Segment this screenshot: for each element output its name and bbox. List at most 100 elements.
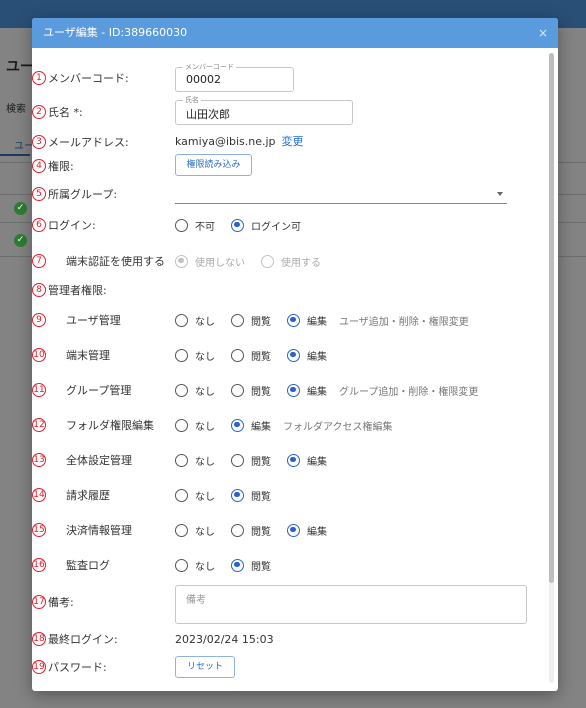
payment-option-view[interactable]: 閲覧	[231, 523, 271, 538]
device-auth-option-off[interactable]: 使用しない	[175, 254, 245, 269]
radio-circle	[231, 383, 244, 397]
name-legend: 氏名	[183, 95, 201, 105]
billing-row: 14 請求履歴	[32, 485, 110, 505]
payment-option-edit[interactable]: 編集	[287, 523, 327, 538]
audit-log-option-none[interactable]: なし	[175, 558, 215, 573]
password-reset-button[interactable]: リセット	[175, 656, 235, 678]
payment-radio-group: なし 閲覧 編集	[175, 520, 343, 540]
chevron-down-icon[interactable]	[497, 192, 503, 196]
member-code-row: 1 メンバーコード:	[32, 68, 129, 88]
group-mgmt-option-none[interactable]: なし	[175, 383, 215, 398]
radio-circle-selected	[175, 254, 188, 268]
radio-circle	[175, 523, 188, 537]
user-mgmt-note: ユーザ追加・削除・権限変更	[339, 316, 469, 328]
folder-perm-note: フォルダアクセス権編集	[283, 421, 393, 433]
radio-circle	[175, 418, 188, 432]
marker-10: 10	[32, 348, 46, 362]
remarks-textarea[interactable]: 備考	[175, 585, 527, 624]
audit-log-label: 監査ログ	[66, 559, 110, 572]
member-code-legend: メンバーコード	[183, 62, 236, 72]
radio-circle-selected	[287, 383, 300, 397]
admin-label: 管理者権限:	[48, 284, 107, 297]
email-value: kamiya@ibis.ne.jp	[175, 134, 276, 148]
radio-circle	[175, 488, 188, 502]
global-settings-label: 全体設定管理	[66, 454, 132, 467]
global-settings-option-edit[interactable]: 編集	[287, 453, 327, 468]
remarks-row: 17 備考:	[32, 592, 74, 612]
payment-label: 決済情報管理	[66, 524, 132, 537]
radio-circle-selected	[287, 453, 300, 467]
radio-circle-selected	[231, 558, 244, 572]
folder-perm-option-none[interactable]: なし	[175, 418, 215, 433]
group-mgmt-option-edit[interactable]: 編集	[287, 383, 327, 398]
device-auth-option-on[interactable]: 使用する	[261, 254, 321, 269]
member-code-field[interactable]: メンバーコード 00002	[175, 62, 294, 92]
radio-circle-selected	[231, 218, 244, 232]
global-settings-row: 13 全体設定管理	[32, 450, 132, 470]
name-field[interactable]: 氏名 山田次郎	[175, 95, 353, 125]
radio-circle	[175, 558, 188, 572]
marker-19: 19	[32, 660, 46, 674]
marker-18: 18	[32, 632, 46, 646]
marker-9: 9	[32, 313, 46, 327]
dialog-header: ユーザ編集 - ID:389660030 ×	[32, 18, 558, 48]
background-tab-indicator	[0, 154, 30, 156]
user-mgmt-option-none[interactable]: なし	[175, 313, 215, 328]
name-value: 山田次郎	[186, 108, 230, 121]
audit-log-option-view[interactable]: 閲覧	[231, 558, 271, 573]
login-option-enabled[interactable]: ログイン可	[231, 218, 301, 233]
user-mgmt-radio-group: なし 閲覧 編集 ユーザ追加・削除・権限変更	[175, 310, 469, 330]
user-mgmt-label: ユーザ管理	[66, 314, 121, 327]
global-settings-option-view[interactable]: 閲覧	[231, 453, 271, 468]
global-settings-option-none[interactable]: なし	[175, 453, 215, 468]
radio-circle	[231, 453, 244, 467]
device-auth-row: 7 端末認証を使用する	[32, 251, 165, 271]
group-row: 5 所属グループ:	[32, 184, 117, 204]
user-mgmt-option-view[interactable]: 閲覧	[231, 313, 271, 328]
scrollbar-thumb[interactable]	[549, 53, 554, 583]
email-change-link[interactable]: 変更	[282, 133, 304, 149]
member-code-value: 00002	[186, 73, 221, 86]
user-edit-dialog: ユーザ編集 - ID:389660030 × 1 メンバーコード: メンバーコー…	[32, 18, 558, 691]
remarks-label: 備考:	[48, 596, 74, 609]
marker-13: 13	[32, 453, 46, 467]
radio-circle-selected	[231, 418, 244, 432]
marker-3: 3	[32, 135, 46, 149]
group-select[interactable]	[175, 203, 507, 204]
radio-circle-selected	[287, 348, 300, 362]
background-title: ユー	[6, 59, 34, 75]
user-mgmt-row: 9 ユーザ管理	[32, 310, 121, 330]
group-mgmt-option-view[interactable]: 閲覧	[231, 383, 271, 398]
payment-option-none[interactable]: なし	[175, 523, 215, 538]
marker-2: 2	[32, 105, 46, 119]
radio-circle	[231, 348, 244, 362]
device-mgmt-option-view[interactable]: 閲覧	[231, 348, 271, 363]
device-mgmt-option-edit[interactable]: 編集	[287, 348, 327, 363]
load-permission-button[interactable]: 権限読み込み	[175, 154, 252, 176]
billing-option-none[interactable]: なし	[175, 488, 215, 503]
permission-row: 4 権限:	[32, 156, 74, 176]
radio-circle	[175, 383, 188, 397]
radio-circle	[175, 453, 188, 467]
check-circle-icon: ✓	[14, 202, 27, 215]
user-mgmt-option-edit[interactable]: 編集	[287, 313, 327, 328]
group-mgmt-row: 11 グループ管理	[32, 380, 131, 400]
group-mgmt-label: グループ管理	[66, 384, 132, 397]
device-mgmt-option-none[interactable]: なし	[175, 348, 215, 363]
folder-perm-radio-group: なし 編集 フォルダアクセス権編集	[175, 415, 393, 435]
folder-perm-row: 12 フォルダ権限編集	[32, 415, 154, 435]
login-option-disabled[interactable]: 不可	[175, 218, 215, 233]
close-icon[interactable]: ×	[538, 18, 548, 48]
password-row: 19 パスワード:	[32, 657, 107, 677]
check-circle-icon: ✓	[14, 234, 27, 247]
marker-6: 6	[32, 218, 46, 232]
device-mgmt-label: 端末管理	[66, 349, 110, 362]
billing-option-view[interactable]: 閲覧	[231, 488, 271, 503]
last-login-row: 18 最終ログイン:	[32, 629, 118, 649]
name-label: 氏名 *:	[48, 106, 83, 119]
marker-15: 15	[32, 523, 46, 537]
remarks-placeholder: 備考	[186, 595, 206, 606]
folder-perm-option-edit[interactable]: 編集	[231, 418, 271, 433]
dialog-scrollbar[interactable]	[549, 53, 554, 683]
dialog-title: ユーザ編集 - ID:389660030	[43, 26, 188, 39]
